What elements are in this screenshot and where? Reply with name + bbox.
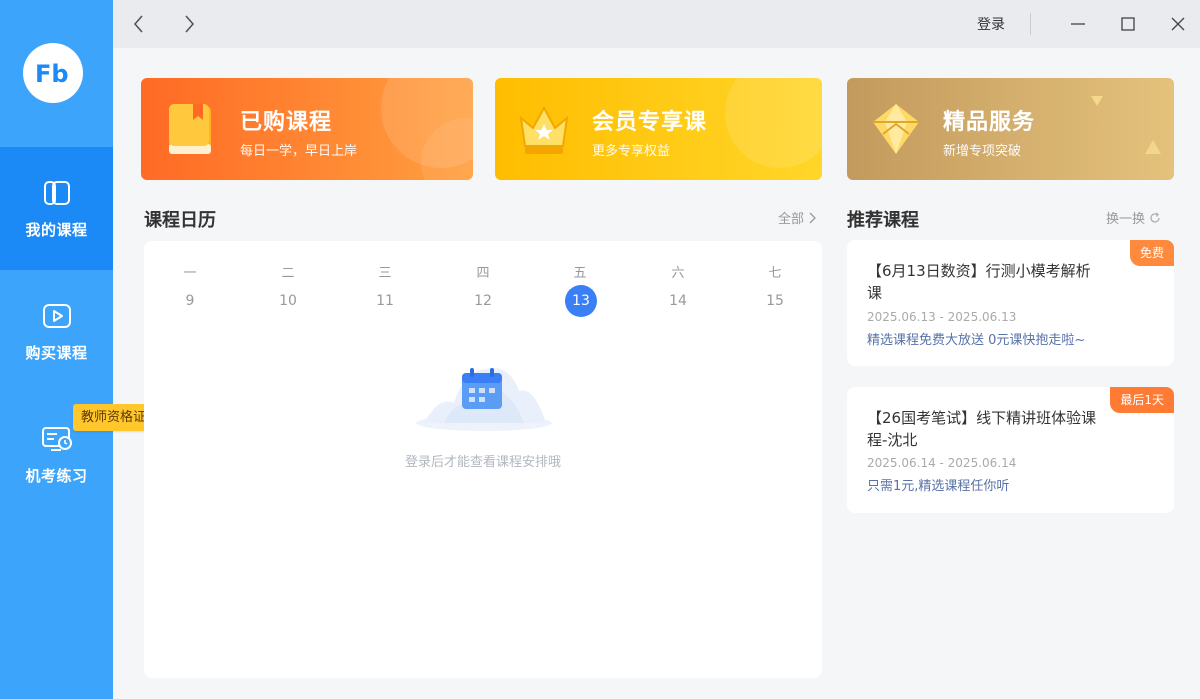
course-title: 【6月13日数资】行测小模考解析课 [867,262,1091,302]
weekday-label: 六 [671,266,685,281]
last-day-badge: 最后1天 [1110,387,1174,413]
course-dates: 2025.06.14 - 2025.06.14 [867,456,1017,470]
banner-decoration [725,78,822,168]
refresh-label: 换一换 [1106,212,1146,227]
sidebar-item-label: 机考练习 [25,467,88,485]
sidebar-item-my-courses[interactable]: 我的课程 [0,147,113,270]
course-description: 精选课程免费大放送 0元课快抱走啦~ [867,333,1086,348]
book-icon [169,104,211,154]
course-dates: 2025.06.13 - 2025.06.13 [867,310,1017,324]
banner-subtitle: 更多专享权益 [592,144,671,159]
minimize-icon [1071,23,1085,25]
empty-calendar-illustration [416,367,552,431]
titlebar: 登录 [113,0,1200,48]
book-icon [41,177,73,209]
calendar-day[interactable]: 14 [658,285,698,317]
banner-title: 精品服务 [943,110,1036,135]
calendar-day-today[interactable]: 13 [565,285,597,317]
weekday-label: 七 [768,266,782,281]
weekday-label: 三 [378,266,392,281]
refresh-button[interactable]: 换一换 [1106,208,1161,227]
empty-state-text: 登录后才能查看课程安排哦 [404,455,561,470]
banner-subtitle: 新增专项突破 [943,144,1022,159]
weekday-label: 五 [573,266,587,281]
course-card[interactable]: 免费 【6月13日数资】行测小模考解析课 2025.06.13 - 2025.0… [847,240,1174,366]
weekday-label: 一 [183,266,197,281]
all-link-label: 全部 [778,212,805,227]
refresh-icon [1150,212,1160,223]
chevron-right-icon [185,15,195,33]
back-button[interactable] [125,10,153,38]
diamond-icon [873,104,919,154]
sidebar-item-label: 购买课程 [25,344,88,362]
sidebar-item-label: 我的课程 [25,221,88,239]
titlebar-divider [1030,13,1031,35]
crown-icon [519,105,569,154]
close-icon [1171,17,1185,31]
calendar-day[interactable]: 11 [365,285,405,317]
banner-title: 会员专享课 [592,110,708,135]
banner-title: 已购课程 [240,110,333,135]
play-icon [41,300,73,332]
app-logo: Fb [23,43,83,103]
forward-button[interactable] [175,10,203,38]
maximize-icon [1121,17,1135,31]
chevron-left-icon [133,15,143,33]
chevron-right-icon [809,212,816,223]
banner-member-courses[interactable]: 会员专享课 更多专享权益 [495,78,822,180]
recommend-title: 推荐课程 [847,210,919,231]
course-title: 【26国考笔试】线下精讲班体验课程-沈北 [867,409,1097,449]
weekday-label: 二 [281,266,295,281]
triangle-decoration [1091,96,1103,106]
sidebar-item-buy-courses[interactable]: 购买课程 [0,270,113,393]
triangle-decoration [1145,140,1161,154]
calendar-title: 课程日历 [144,210,216,231]
banner-premium-service[interactable]: 精品服务 新增专项突破 [847,78,1174,180]
calendar-day[interactable]: 10 [268,285,308,317]
fb-logo-icon: Fb [35,60,69,88]
calendar-day[interactable]: 9 [170,285,210,317]
course-card[interactable]: 最后1天 【26国考笔试】线下精讲班体验课程-沈北 2025.06.14 - 2… [847,387,1174,513]
maximize-button[interactable] [1114,10,1142,38]
calendar-all-link[interactable]: 全部 [778,208,816,227]
weekday-label: 四 [476,266,490,281]
course-description: 只需1元,精选课程任你听 [867,479,1010,494]
svg-text:Fb: Fb [35,60,69,88]
app-window: Fb 我的课程 购买课程 机考练习 教师资格证 登录 已购课程 每日一学，早日上… [0,0,1200,699]
teacher-cert-badge: 教师资格证 [73,404,155,431]
free-badge: 免费 [1129,240,1174,266]
banner-subtitle: 每日一学，早日上岸 [240,144,358,159]
calendar-day[interactable]: 12 [463,285,503,317]
minimize-button[interactable] [1064,10,1092,38]
calendar-day[interactable]: 15 [755,285,795,317]
banner-purchased-courses[interactable]: 已购课程 每日一学，早日上岸 [141,78,473,180]
close-button[interactable] [1164,10,1192,38]
login-button[interactable]: 登录 [977,14,1005,34]
sidebar: Fb 我的课程 购买课程 机考练习 教师资格证 [0,0,155,699]
monitor-clock-icon [41,423,73,455]
calendar-card: 一 二 三 四 五 六 七 9 10 11 12 13 14 15 登录后才能查… [144,241,822,678]
